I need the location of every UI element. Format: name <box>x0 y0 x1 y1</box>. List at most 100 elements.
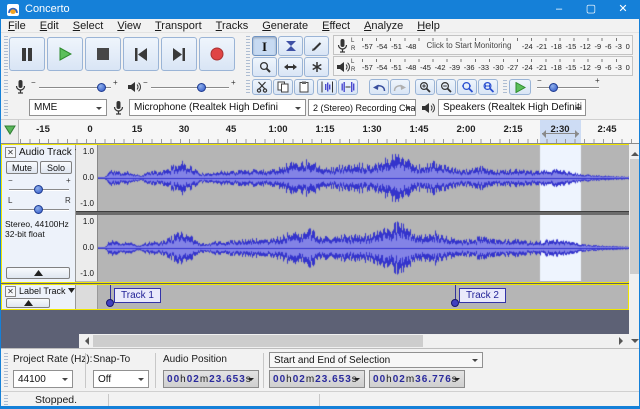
menu-effect[interactable]: Effect <box>315 20 357 32</box>
skip-to-start-button[interactable] <box>123 37 159 71</box>
horizontal-scrollbar[interactable] <box>79 334 629 348</box>
selection-left-arrow-icon[interactable] <box>538 130 546 138</box>
menu-tracks[interactable]: Tracks <box>209 20 256 32</box>
mute-button[interactable]: Mute <box>6 161 38 174</box>
zoom-in-button[interactable] <box>415 79 435 95</box>
zoom-out-button[interactable] <box>436 79 456 95</box>
track-title-menu[interactable]: Audio Track <box>19 147 82 158</box>
meter-scale-label: -42 <box>435 63 446 72</box>
stop-button[interactable] <box>85 37 121 71</box>
label-track[interactable]: ✕ Label Track Track 1Track 2 <box>1 284 629 310</box>
minimize-button[interactable]: – <box>543 1 575 19</box>
trim-audio-button[interactable] <box>317 79 337 95</box>
horizontal-scrollbar-thumb[interactable] <box>93 335 423 347</box>
audio-host-select[interactable]: MME <box>29 99 107 116</box>
copy-button[interactable] <box>273 79 293 95</box>
selection-start-field[interactable]: 00h02m23.653s <box>269 370 365 388</box>
edit-toolbar-gripper[interactable] <box>246 80 250 94</box>
time-shift-tool-button[interactable] <box>278 57 303 77</box>
scroll-right-arrow-icon[interactable] <box>619 337 627 345</box>
play-at-speed-button[interactable] <box>509 79 531 95</box>
zoom-tool-button[interactable] <box>252 57 277 77</box>
play-button[interactable] <box>47 37 83 71</box>
menu-analyze[interactable]: Analyze <box>357 20 410 32</box>
solo-button[interactable]: Solo <box>40 161 72 174</box>
pan-slider-thumb[interactable] <box>34 205 43 214</box>
multi-tool-button[interactable] <box>304 57 329 77</box>
snap-to-select[interactable]: Off <box>93 370 149 388</box>
waveform-channel-left[interactable] <box>98 145 629 211</box>
cut-button[interactable] <box>252 79 272 95</box>
playspeed-toolbar-gripper[interactable] <box>503 80 507 94</box>
redo-button[interactable] <box>390 79 410 95</box>
transport-toolbar-gripper[interactable] <box>4 36 8 76</box>
vertical-scrollbar[interactable] <box>629 144 640 348</box>
scroll-down-arrow-icon[interactable] <box>631 339 639 347</box>
menu-transport[interactable]: Transport <box>148 20 209 32</box>
silence-audio-button[interactable] <box>338 79 358 95</box>
device-toolbar-gripper[interactable] <box>4 100 8 116</box>
monitoring-hint[interactable]: Click to Start Monitoring <box>420 41 518 50</box>
scroll-up-arrow-icon[interactable] <box>631 148 639 156</box>
chevron-down-icon <box>575 107 581 113</box>
chevron-down-icon <box>62 378 68 384</box>
close-button[interactable]: ✕ <box>607 1 639 19</box>
label-text[interactable]: Track 2 <box>459 288 506 303</box>
tools-toolbar-gripper[interactable] <box>246 36 250 76</box>
play-speed-thumb[interactable] <box>549 83 558 92</box>
envelope-tool-button[interactable] <box>278 36 303 56</box>
selection-toolbar-gripper[interactable] <box>4 353 8 388</box>
audio-track[interactable]: ✕ Audio Track Mute Solo − + L R Stereo, … <box>1 144 629 283</box>
recording-meter[interactable]: L R -57-54-51-48-45-42-39-36-33-30-27-24… <box>333 35 633 55</box>
playback-volume-slider[interactable] <box>151 87 229 89</box>
track-area[interactable]: ✕ Audio Track Mute Solo − + L R Stereo, … <box>1 144 639 348</box>
pause-button[interactable] <box>9 37 45 71</box>
playback-meter[interactable]: L R -57-54-51-48-45-42-39-36-33-30-27-24… <box>333 56 633 76</box>
menu-edit[interactable]: Edit <box>33 20 66 32</box>
vertical-scrollbar-thumb[interactable] <box>630 159 640 274</box>
menu-help[interactable]: Help <box>410 20 447 32</box>
playback-device-select[interactable]: Speakers (Realtek High Definiti <box>438 99 586 116</box>
label-handle[interactable] <box>106 299 114 307</box>
label-flags-area[interactable]: Track 1 Track 2 <box>2 285 630 309</box>
maximize-button[interactable]: ▢ <box>575 1 607 19</box>
waveform-channel-right[interactable] <box>98 215 629 281</box>
mixer-toolbar-gripper[interactable] <box>4 80 8 94</box>
silence-icon <box>341 81 355 93</box>
app-icon <box>7 4 19 16</box>
record-button[interactable] <box>199 37 235 71</box>
paste-button[interactable] <box>294 79 314 95</box>
menu-generate[interactable]: Generate <box>255 20 315 32</box>
meter-scale-label: -21 <box>536 63 547 72</box>
undo-button[interactable] <box>369 79 389 95</box>
pinned-play-head-button[interactable] <box>1 120 19 143</box>
close-track-button[interactable]: ✕ <box>5 147 16 158</box>
menu-view[interactable]: View <box>110 20 148 32</box>
skip-to-end-button[interactable] <box>161 37 197 71</box>
label-handle[interactable] <box>451 299 459 307</box>
selection-mode-select[interactable]: Start and End of Selection <box>269 352 483 368</box>
playback-volume-thumb[interactable] <box>197 83 206 92</box>
project-rate-select[interactable]: 44100 <box>13 370 73 388</box>
scale-label: 1.0 <box>83 217 94 226</box>
draw-tool-button[interactable] <box>304 36 329 56</box>
scroll-left-arrow-icon[interactable] <box>81 337 89 345</box>
gain-slider-thumb[interactable] <box>34 185 43 194</box>
recording-channels-select[interactable]: 2 (Stereo) Recording Channels <box>308 99 416 116</box>
label-text[interactable]: Track 1 <box>114 288 161 303</box>
play-speed-slider[interactable] <box>537 87 599 89</box>
selection-end-field[interactable]: 00h02m36.776s <box>369 370 465 388</box>
title-bar[interactable]: Concerto – ▢ ✕ <box>1 1 639 19</box>
audio-position-field[interactable]: 00h02m23.653s <box>163 370 259 388</box>
collapse-track-button[interactable] <box>6 267 70 279</box>
menu-select[interactable]: Select <box>66 20 111 32</box>
selection-tool-button[interactable]: I <box>252 36 277 56</box>
recording-device-select[interactable]: Microphone (Realtek High Defini <box>129 99 306 116</box>
chevron-down-icon <box>405 107 411 113</box>
timeline-ruler[interactable]: -1501530451:001:151:301:452:002:152:302:… <box>1 119 639 144</box>
selection-right-arrow-icon[interactable] <box>575 130 583 138</box>
menu-file[interactable]: File <box>1 20 33 32</box>
zoom-fit-button[interactable] <box>478 79 498 95</box>
zoom-selection-button[interactable] <box>457 79 477 95</box>
recording-volume-thumb[interactable] <box>97 83 106 92</box>
